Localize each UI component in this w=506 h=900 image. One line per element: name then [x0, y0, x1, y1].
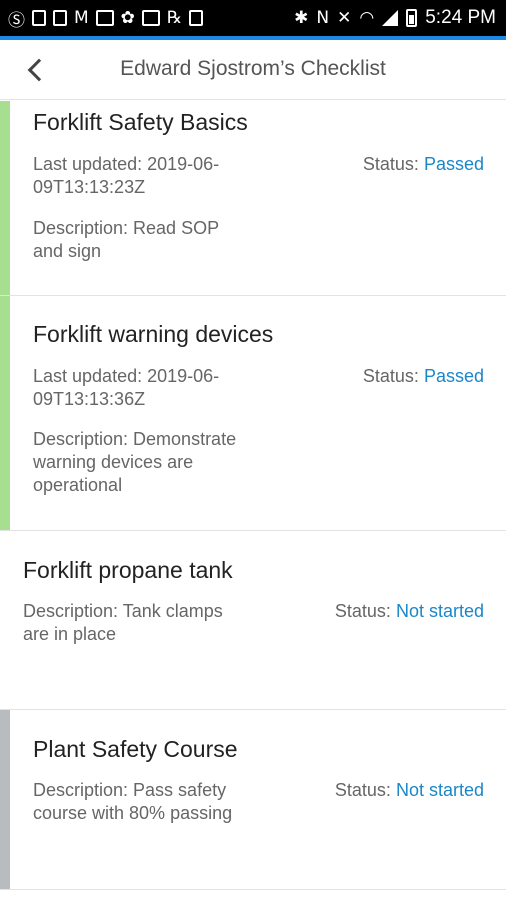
status-value: Passed	[423, 154, 484, 174]
item-status: Status: Passed	[363, 154, 484, 175]
battery-icon	[406, 9, 418, 27]
item-status: Status: Not started	[335, 780, 484, 801]
last-updated: Last updated: 2019-06- 09T13:13:23Z	[33, 153, 219, 199]
status-label: Status:	[362, 366, 419, 386]
prescription-icon: ℞	[166, 8, 183, 28]
last-updated-line: Last updated: 2019-06-	[33, 366, 220, 386]
chevron-left-icon	[27, 58, 51, 82]
clock: 5:24 PM	[425, 7, 496, 28]
item-description: Description: Demonstrate warning devices…	[33, 428, 236, 497]
pinwheel-icon: ✿	[120, 8, 135, 28]
status-label: Status:	[334, 601, 391, 621]
description-line: warning devices are	[33, 452, 194, 472]
description-line: Description: Tank clamps	[23, 601, 223, 621]
item-status: Status: Passed	[363, 366, 484, 387]
status-color-bar	[0, 710, 10, 889]
cast-icon	[32, 10, 46, 26]
item-description: Description: Pass safety course with 80%…	[33, 779, 232, 825]
skype-icon: Ⓢ	[8, 10, 25, 31]
gmail-icon: M	[74, 8, 89, 28]
checklist-item[interactable]: Forklift propane tank Description: Tank …	[0, 531, 506, 710]
mute-icon: ✕	[337, 8, 352, 28]
item-description: Description: Read SOP and sign	[33, 217, 219, 263]
description-line: are in place	[23, 624, 117, 644]
nfc-icon: N	[316, 8, 330, 28]
image-icon	[95, 10, 114, 26]
page-title: Edward Sjostrom’s Checklist	[120, 57, 386, 80]
item-status: Status: Not started	[335, 601, 484, 622]
description-line: Description: Read SOP	[33, 218, 220, 238]
description-line: and sign	[33, 241, 102, 261]
item-title: Forklift propane tank	[23, 557, 233, 583]
status-color-bar	[0, 101, 10, 295]
back-button[interactable]	[16, 50, 56, 90]
checklist-item[interactable]: Plant Safety Course Description: Pass sa…	[0, 710, 506, 890]
status-color-bar	[0, 296, 10, 530]
description-line: operational	[33, 475, 123, 495]
status-value: Not started	[395, 780, 484, 800]
activity-icon	[141, 10, 160, 26]
wifi-icon: ◠	[359, 8, 375, 28]
item-title: Forklift warning devices	[33, 321, 274, 347]
status-label: Status:	[362, 154, 419, 174]
last-updated-line: 09T13:13:23Z	[33, 177, 146, 197]
signal-icon	[382, 10, 399, 26]
checklist-item[interactable]: Forklift Safety Basics Last updated: 201…	[0, 101, 506, 296]
item-title: Plant Safety Course	[33, 736, 238, 762]
notification-icons: Ⓢ M ✿ ℞	[8, 0, 204, 36]
last-updated: Last updated: 2019-06- 09T13:13:36Z	[33, 365, 219, 411]
app-header: Edward Sjostrom’s Checklist	[0, 40, 506, 100]
system-status-bar: Ⓢ M ✿ ℞ ✱ N ✕ ◠ 5:24 PM	[0, 0, 506, 36]
status-value: Not started	[395, 601, 484, 621]
description-line: course with 80% passing	[33, 803, 233, 823]
item-description: Description: Tank clamps are in place	[23, 600, 223, 646]
item-title: Forklift Safety Basics	[33, 109, 248, 135]
status-label: Status:	[334, 780, 391, 800]
checklist-item[interactable]: Forklift warning devices Last updated: 2…	[0, 296, 506, 531]
last-updated-line: 09T13:13:36Z	[33, 389, 146, 409]
bluetooth-icon: ✱	[294, 8, 309, 28]
status-value: Passed	[423, 366, 484, 386]
last-updated-line: Last updated: 2019-06-	[33, 154, 220, 174]
alert-icon	[53, 10, 67, 26]
description-line: Description: Pass safety	[33, 780, 227, 800]
system-icons: ✱ N ✕ ◠ 5:24 PM	[294, 0, 496, 36]
usb-icon	[189, 10, 204, 26]
description-line: Description: Demonstrate	[33, 429, 237, 449]
